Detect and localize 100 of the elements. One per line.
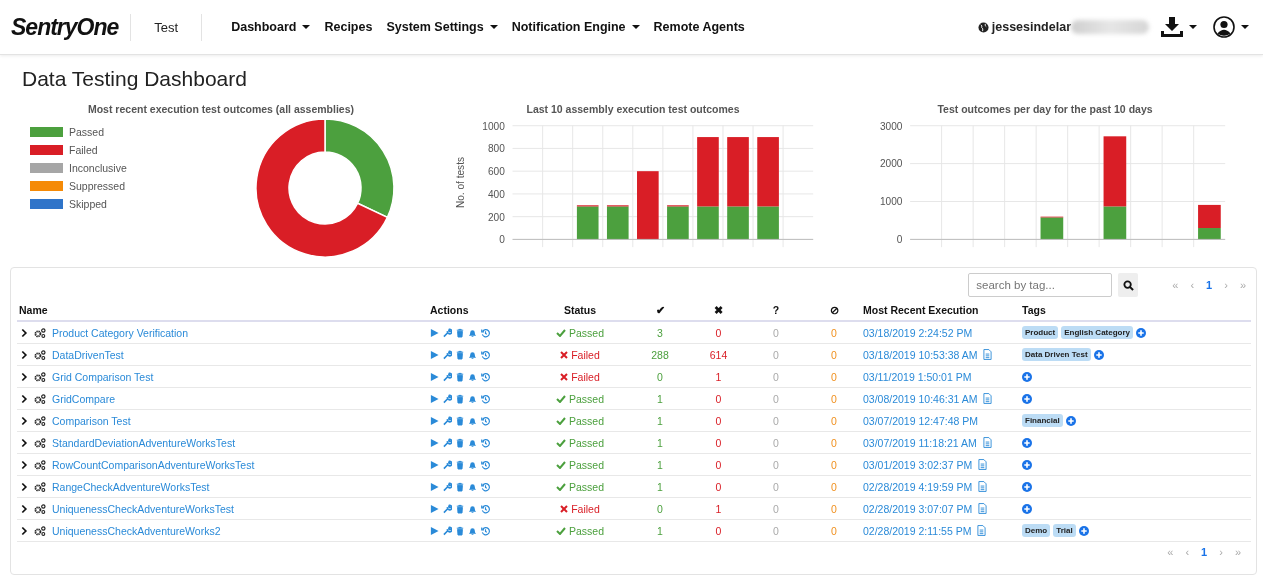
- trash-icon[interactable]: [456, 415, 464, 426]
- execution-date-link[interactable]: 03/07/2019 11:18:21 AM: [863, 436, 977, 449]
- bell-icon[interactable]: [468, 327, 477, 338]
- bell-icon[interactable]: [468, 393, 477, 404]
- execution-date-link[interactable]: 02/28/2019 4:19:59 PM: [863, 480, 973, 493]
- play-icon[interactable]: [430, 503, 439, 514]
- history-icon[interactable]: [481, 503, 490, 514]
- pagination-link[interactable]: «: [1172, 279, 1179, 291]
- pagination-link[interactable]: ‹: [1185, 546, 1190, 558]
- chevron-icon[interactable]: [21, 459, 28, 470]
- user-name[interactable]: jessesindelar: [991, 20, 1071, 34]
- play-icon[interactable]: [430, 415, 439, 426]
- history-icon[interactable]: [481, 437, 490, 448]
- bell-icon[interactable]: [468, 349, 477, 360]
- pagination-link[interactable]: ›: [1224, 279, 1228, 291]
- caret-icon[interactable]: [1189, 25, 1197, 29]
- chevron-icon[interactable]: [21, 437, 28, 448]
- add-icon[interactable]: [1022, 437, 1032, 448]
- test-name-link[interactable]: UniquenessCheckAdventureWorksTest: [52, 502, 234, 515]
- play-icon[interactable]: [430, 393, 439, 404]
- history-icon[interactable]: [481, 415, 490, 426]
- execution-date-link[interactable]: 03/18/2019 10:53:38 AM: [863, 348, 978, 361]
- chevron-icon[interactable]: [21, 371, 28, 382]
- bell-icon[interactable]: [468, 371, 477, 382]
- test-name-link[interactable]: StandardDeviationAdventureWorksTest: [52, 436, 236, 449]
- execution-date-link[interactable]: 02/28/2019 2:11:55 PM: [863, 524, 972, 537]
- test-name-link[interactable]: Comparison Test: [52, 414, 131, 427]
- play-icon[interactable]: [430, 349, 439, 360]
- history-icon[interactable]: [481, 393, 490, 404]
- pagination-link[interactable]: 1: [1201, 546, 1208, 558]
- chevron-icon[interactable]: [21, 481, 28, 492]
- history-icon[interactable]: [481, 525, 490, 536]
- wrench-icon[interactable]: [443, 437, 452, 448]
- pagination-link[interactable]: 1: [1206, 279, 1213, 291]
- tag-badge[interactable]: English Category: [1061, 326, 1134, 339]
- chevron-icon[interactable]: [21, 525, 28, 536]
- wrench-icon[interactable]: [443, 393, 452, 404]
- play-icon[interactable]: [430, 327, 439, 338]
- add-icon[interactable]: [1022, 503, 1032, 514]
- wrench-icon[interactable]: [443, 415, 452, 426]
- bell-icon[interactable]: [468, 459, 477, 470]
- bell-icon[interactable]: [468, 437, 477, 448]
- execution-date-link[interactable]: 03/18/2019 2:24:52 PM: [863, 326, 973, 339]
- play-icon[interactable]: [430, 437, 439, 448]
- wrench-icon[interactable]: [443, 327, 452, 338]
- test-name-link[interactable]: RowCountComparisonAdventureWorksTest: [52, 458, 255, 471]
- history-icon[interactable]: [481, 327, 490, 338]
- pagination-link[interactable]: »: [1234, 546, 1241, 558]
- add-icon[interactable]: [1136, 327, 1147, 338]
- document-icon[interactable]: [983, 349, 993, 360]
- play-icon[interactable]: [430, 525, 439, 536]
- execution-date-link[interactable]: 03/08/2019 10:46:31 AM: [863, 392, 978, 405]
- pagination-link[interactable]: ‹: [1190, 279, 1195, 291]
- trash-icon[interactable]: [456, 327, 464, 338]
- wrench-icon[interactable]: [443, 349, 452, 360]
- test-name-link[interactable]: GridCompare: [52, 392, 116, 405]
- bell-icon[interactable]: [468, 415, 477, 426]
- project-name[interactable]: Test: [130, 13, 203, 41]
- document-icon[interactable]: [983, 393, 993, 404]
- trash-icon[interactable]: [456, 393, 464, 404]
- download-icon[interactable]: [1161, 17, 1183, 37]
- trash-icon[interactable]: [456, 349, 464, 360]
- tag-badge[interactable]: Demo: [1022, 524, 1051, 537]
- play-icon[interactable]: [430, 371, 439, 382]
- nav-link[interactable]: Notification Engine: [511, 20, 640, 34]
- trash-icon[interactable]: [456, 371, 464, 382]
- add-icon[interactable]: [1093, 349, 1104, 360]
- wrench-icon[interactable]: [443, 503, 452, 514]
- chevron-icon[interactable]: [21, 415, 28, 426]
- nav-link[interactable]: System Settings: [386, 20, 498, 34]
- play-icon[interactable]: [430, 481, 439, 492]
- add-icon[interactable]: [1078, 525, 1089, 536]
- add-icon[interactable]: [1065, 415, 1076, 426]
- nav-link[interactable]: Recipes: [324, 20, 373, 34]
- test-name-link[interactable]: UniquenessCheckAdventureWorks2: [52, 524, 221, 537]
- nav-link[interactable]: Remote Agents: [653, 20, 745, 34]
- chevron-icon[interactable]: [21, 503, 28, 514]
- add-icon[interactable]: [1022, 371, 1032, 382]
- trash-icon[interactable]: [456, 459, 464, 470]
- document-icon[interactable]: [978, 459, 988, 470]
- chevron-icon[interactable]: [21, 349, 28, 360]
- avatar-icon[interactable]: [1213, 16, 1235, 38]
- bell-icon[interactable]: [468, 503, 477, 514]
- wrench-icon[interactable]: [443, 459, 452, 470]
- test-name-link[interactable]: DataDrivenTest: [52, 348, 124, 361]
- bell-icon[interactable]: [468, 481, 477, 492]
- play-icon[interactable]: [430, 459, 439, 470]
- bell-icon[interactable]: [468, 525, 477, 536]
- execution-date-link[interactable]: 03/11/2019 1:50:01 PM: [863, 370, 972, 383]
- trash-icon[interactable]: [456, 437, 464, 448]
- execution-date-link[interactable]: 02/28/2019 3:07:07 PM: [863, 502, 973, 515]
- tag-badge[interactable]: Data Driven Test: [1022, 348, 1091, 361]
- document-icon[interactable]: [982, 437, 992, 448]
- history-icon[interactable]: [481, 371, 490, 382]
- logo[interactable]: SentryOne: [11, 13, 119, 41]
- chevron-icon[interactable]: [21, 327, 28, 338]
- tag-badge[interactable]: Financial: [1022, 414, 1063, 427]
- add-icon[interactable]: [1022, 393, 1032, 404]
- test-name-link[interactable]: RangeCheckAdventureWorksTest: [52, 480, 210, 493]
- pagination-link[interactable]: »: [1239, 279, 1246, 291]
